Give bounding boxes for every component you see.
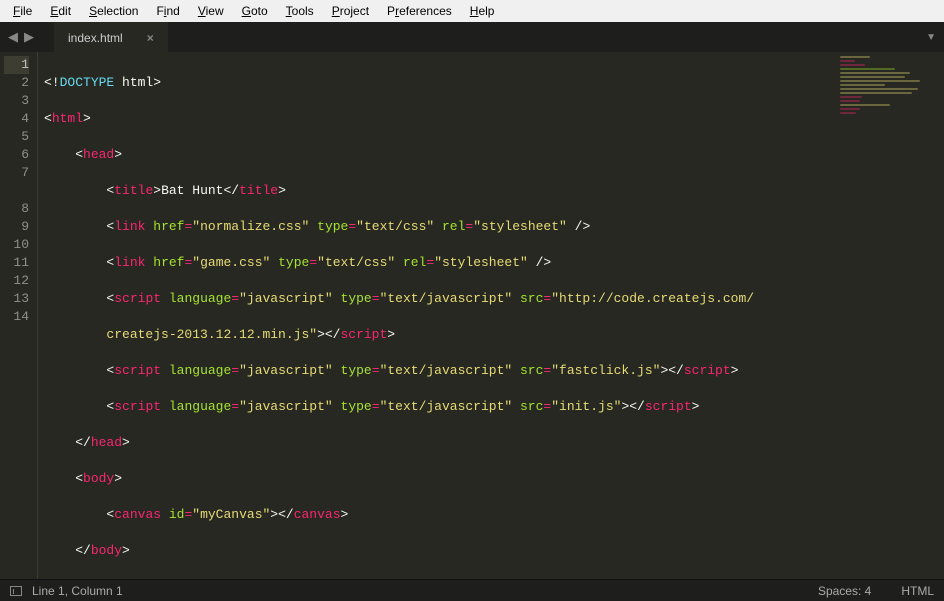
menu-project[interactable]: Project	[323, 2, 378, 20]
line-number: 5	[4, 128, 29, 146]
tab-close-icon[interactable]: ×	[147, 31, 154, 45]
tab-label: index.html	[68, 31, 123, 45]
status-cursor-position[interactable]: Line 1, Column 1	[32, 584, 123, 598]
editor: 1 2 3 4 5 6 7 8 9 10 11 12 13 14 <!DOCTY…	[0, 52, 944, 579]
line-number: 14	[4, 308, 29, 326]
menu-view[interactable]: View	[189, 2, 233, 20]
menu-help[interactable]: Help	[461, 2, 504, 20]
nav-back-icon[interactable]: ◀	[8, 29, 18, 45]
line-number: 10	[4, 236, 29, 254]
status-bar: Line 1, Column 1 Spaces: 4 HTML	[0, 579, 944, 601]
menu-bar: File Edit Selection Find View Goto Tools…	[0, 0, 944, 22]
line-number: 2	[4, 74, 29, 92]
menu-goto[interactable]: Goto	[233, 2, 277, 20]
tab-index-html[interactable]: index.html ×	[54, 22, 168, 52]
line-number: 6	[4, 146, 29, 164]
line-number: 4	[4, 110, 29, 128]
menu-file[interactable]: File	[4, 2, 41, 20]
menu-preferences[interactable]: Preferences	[378, 2, 461, 20]
line-number: 8	[4, 200, 29, 218]
tabs-overflow-icon[interactable]: ▼	[926, 32, 936, 43]
nav-forward-icon[interactable]: ▶	[24, 29, 34, 45]
menu-edit[interactable]: Edit	[41, 2, 80, 20]
line-number: 1	[4, 56, 29, 74]
tab-bar: index.html ×	[54, 22, 168, 52]
status-language[interactable]: HTML	[901, 584, 934, 598]
line-number: 3	[4, 92, 29, 110]
panel-switcher-icon[interactable]	[10, 586, 22, 596]
line-number: 13	[4, 290, 29, 308]
line-number: 12	[4, 272, 29, 290]
code-area[interactable]: <!DOCTYPE html> <html> <head> <title>Bat…	[38, 52, 944, 579]
menu-selection[interactable]: Selection	[80, 2, 147, 20]
menu-find[interactable]: Find	[147, 2, 188, 20]
line-number: 9	[4, 218, 29, 236]
line-number: 11	[4, 254, 29, 272]
status-indent[interactable]: Spaces: 4	[818, 584, 871, 598]
tab-row: ◀ ▶ index.html × ▼	[0, 22, 944, 52]
nav-arrows: ◀ ▶	[8, 29, 34, 45]
line-gutter: 1 2 3 4 5 6 7 8 9 10 11 12 13 14	[0, 52, 38, 579]
line-number: 7	[4, 164, 29, 182]
menu-tools[interactable]: Tools	[277, 2, 323, 20]
line-number	[4, 182, 29, 200]
